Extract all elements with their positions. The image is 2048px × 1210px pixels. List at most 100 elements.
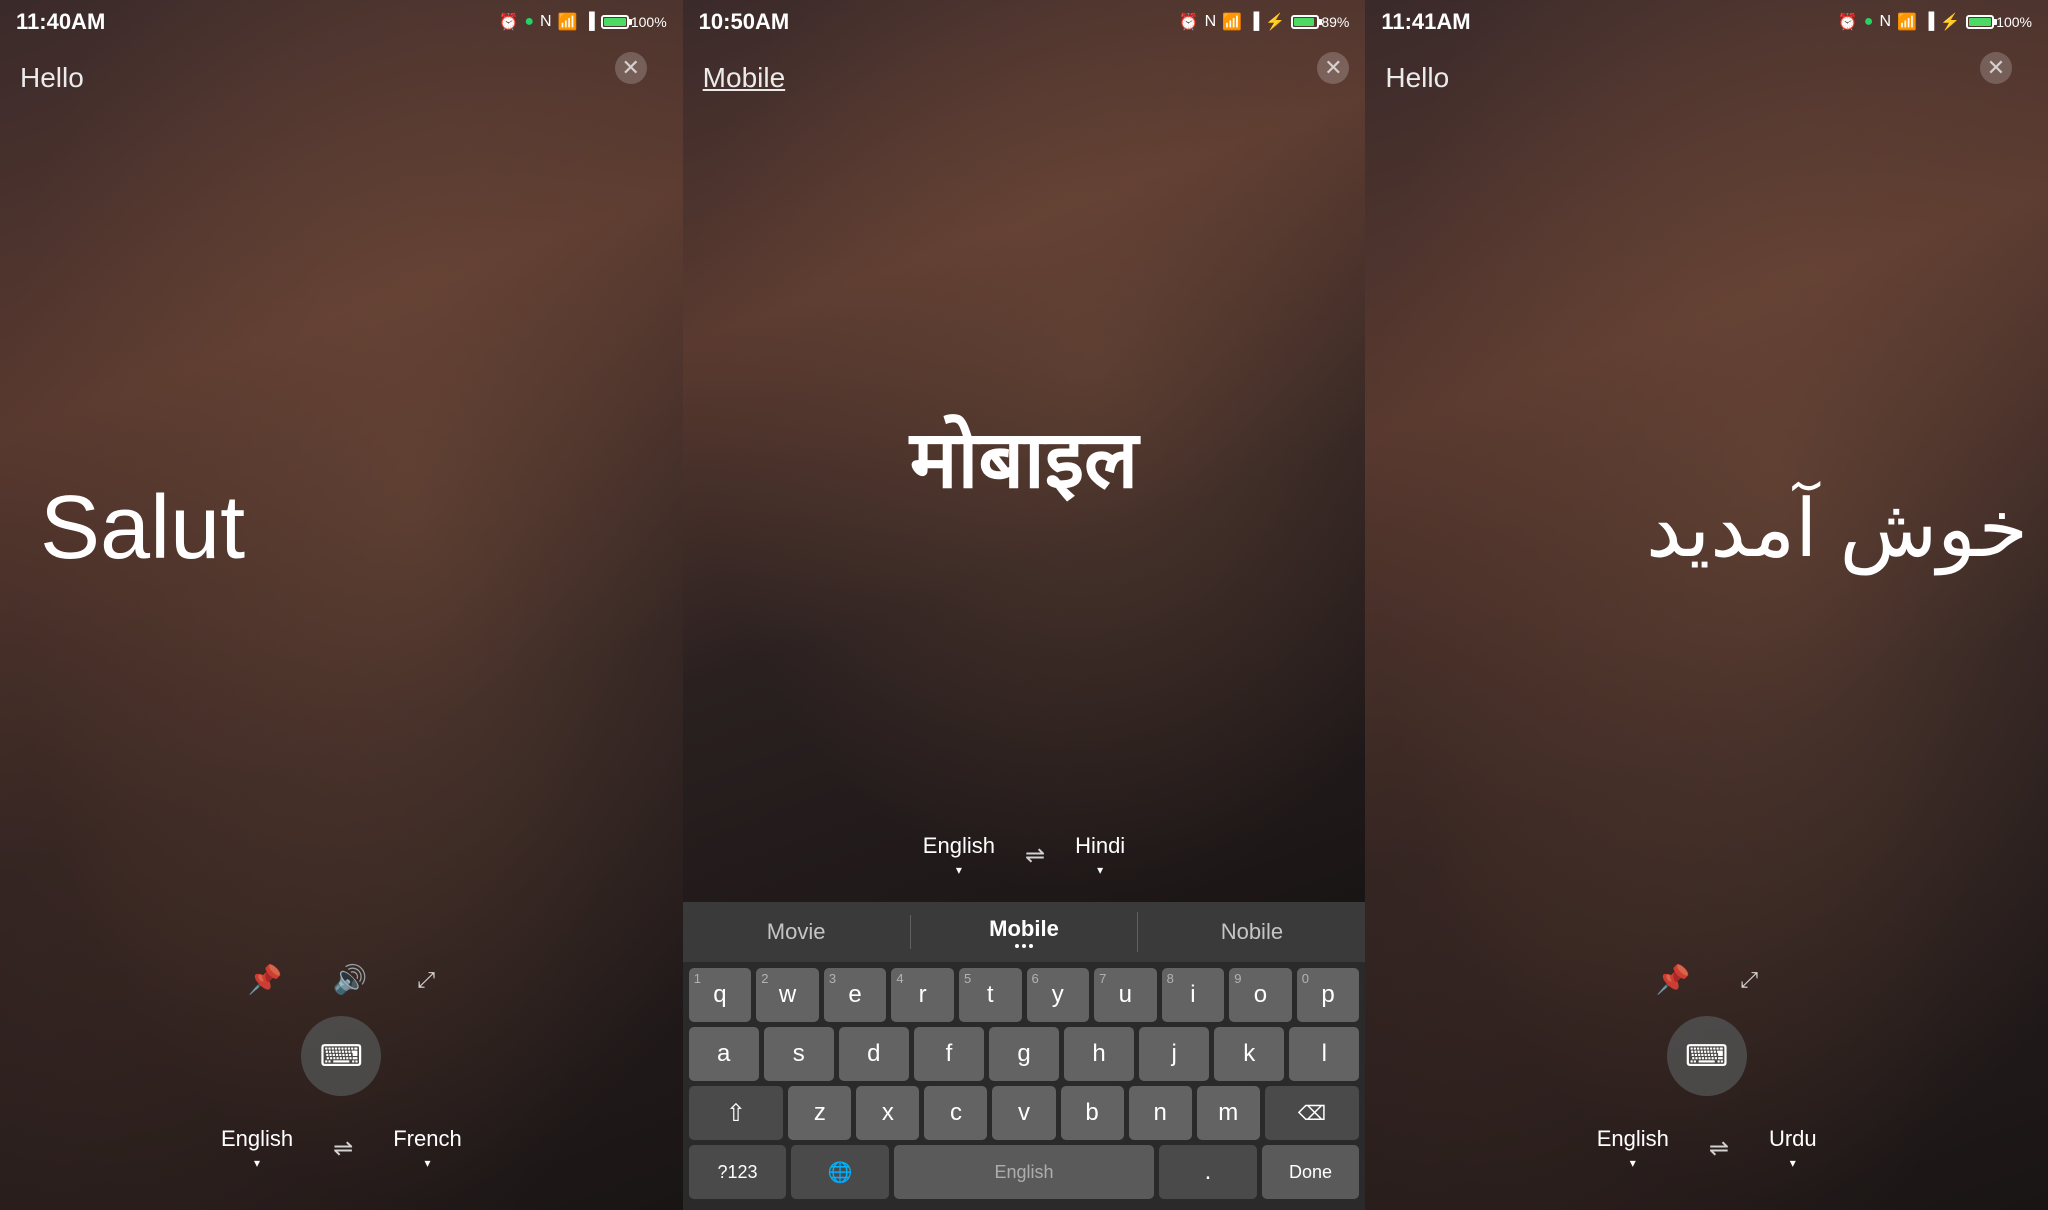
key-o[interactable]: 9o (1229, 968, 1292, 1022)
expand-icon-right[interactable]: ⤢ (1740, 967, 1758, 993)
translation-area-right: خوش آمدید (1385, 94, 2028, 963)
bottom-controls-right: 📌 ⤢ ⌨ English ▾ ⇌ Urdu ▾ (1365, 963, 2048, 1210)
key-f[interactable]: f (914, 1027, 984, 1081)
key-q[interactable]: 1q (689, 968, 752, 1022)
battery-left: 100% (601, 14, 667, 30)
lang-to-arrow-mid: ▾ (1097, 863, 1103, 877)
lang-to-arrow-right: ▾ (1790, 1156, 1796, 1170)
alarm-icon-right: ⏰ (1838, 12, 1858, 32)
content-right: Hello ✕ خوش آمدید (1365, 44, 2048, 963)
key-z[interactable]: z (788, 1086, 851, 1140)
key-x[interactable]: x (856, 1086, 919, 1140)
suggestion-mobile: Mobile (911, 912, 1139, 952)
status-time-left: 11:40AM (16, 9, 105, 35)
sound-icon-left[interactable]: 🔊 (333, 963, 368, 996)
key-y-wrap: 6y (1027, 968, 1090, 1022)
key-i[interactable]: 8i (1162, 968, 1225, 1022)
wifi-icon: 📶 (558, 12, 578, 32)
key-k[interactable]: k (1214, 1027, 1284, 1081)
signal-icon: ▐ (584, 13, 595, 31)
key-h[interactable]: h (1064, 1027, 1134, 1081)
status-icons-left: ⏰ ● N 📶 ▐ 100% (498, 12, 666, 32)
lang-from-mid[interactable]: English ▾ (923, 833, 995, 877)
key-d[interactable]: d (839, 1027, 909, 1081)
swap-icon-right[interactable]: ⇌ (1709, 1134, 1729, 1163)
keyboard-rows: 1q 2w 3e 4r 5t 6y 7u (683, 962, 1366, 1210)
status-bar-mid: 10:50AM ⏰ N 📶 ▐ ⚡ 89% (683, 0, 1366, 44)
key-e-wrap: 3e (824, 968, 887, 1022)
status-icons-mid: ⏰ N 📶 ▐ ⚡ 89% (1179, 12, 1350, 32)
bolt-icon-mid: ⚡ (1265, 12, 1285, 32)
n-icon-right: N (1879, 13, 1891, 31)
key-t[interactable]: 5t (959, 968, 1022, 1022)
key-c[interactable]: c (924, 1086, 987, 1140)
key-n[interactable]: n (1129, 1086, 1192, 1140)
key-row-1: 1q 2w 3e 4r 5t 6y 7u (689, 968, 1360, 1022)
key-row-2: a s d f g h j k l (689, 1027, 1360, 1081)
close-btn-mid[interactable]: ✕ (1317, 52, 1349, 84)
key-l[interactable]: l (1289, 1027, 1359, 1081)
expand-icon-left[interactable]: ⤢ (417, 967, 435, 993)
key-g[interactable]: g (989, 1027, 1059, 1081)
swap-icon-left[interactable]: ⇌ (333, 1134, 353, 1163)
suggestion-nobile[interactable]: Nobile (1138, 915, 1365, 949)
signal-icon-right: ▐ (1923, 13, 1934, 31)
key-p[interactable]: 0p (1297, 968, 1360, 1022)
battery-right: 100% (1966, 14, 2032, 30)
suggestion-movie[interactable]: Movie (683, 915, 911, 949)
pin-icon-left[interactable]: 📌 (248, 963, 283, 996)
shift-key[interactable]: ⇧ (689, 1086, 784, 1140)
backspace-key[interactable]: ⌫ (1265, 1086, 1360, 1140)
key-s[interactable]: s (764, 1027, 834, 1081)
key-e[interactable]: 3e (824, 968, 887, 1022)
language-bar-left: English ▾ ⇌ French ▾ (0, 1116, 683, 1190)
keyboard-area: Movie Mobile Nobile 1q 2w 3e (683, 902, 1366, 1210)
word-label-mid: Mobile (703, 62, 785, 94)
key-r[interactable]: 4r (891, 968, 954, 1022)
translation-section-mid: मोबाइल (683, 94, 1366, 818)
done-key[interactable]: Done (1262, 1145, 1360, 1199)
language-bar-right: English ▾ ⇌ Urdu ▾ (1365, 1116, 2048, 1190)
key-b[interactable]: b (1061, 1086, 1124, 1140)
keyboard-btn-right[interactable]: ⌨ (1667, 1016, 1747, 1096)
lang-to-right[interactable]: Urdu ▾ (1769, 1126, 1817, 1170)
alarm-icon-mid: ⏰ (1179, 12, 1199, 32)
n-icon-mid: N (1205, 13, 1217, 31)
action-icons-right: 📌 ⤢ (1365, 963, 2048, 996)
lang-from-arrow-right: ▾ (1630, 1156, 1636, 1170)
pin-icon-right[interactable]: 📌 (1655, 963, 1690, 996)
lang-from-right[interactable]: English ▾ (1597, 1126, 1669, 1170)
key-y[interactable]: 6y (1027, 968, 1090, 1022)
globe-key[interactable]: 🌐 (791, 1145, 889, 1199)
lang-pair-bar-mid: English ▾ ⇌ Hindi ▾ (683, 818, 1366, 892)
key-i-wrap: 8i (1162, 968, 1225, 1022)
bottom-controls-left: 📌 🔊 ⤢ ⌨ English ▾ ⇌ French ▾ (0, 963, 683, 1210)
lang-to-left[interactable]: French ▾ (393, 1126, 461, 1170)
key-p-wrap: 0p (1297, 968, 1360, 1022)
key-j[interactable]: j (1139, 1027, 1209, 1081)
key-w[interactable]: 2w (756, 968, 819, 1022)
status-time-right: 11:41AM (1381, 9, 1470, 35)
keyboard-content: 10:50AM ⏰ N 📶 ▐ ⚡ 89% Mobile ✕ (683, 0, 1366, 902)
lang-to-arrow-left: ▾ (424, 1156, 430, 1170)
lang-to-mid[interactable]: Hindi ▾ (1075, 833, 1125, 877)
whatsapp-icon-right: ● (1864, 13, 1874, 31)
key-m[interactable]: m (1197, 1086, 1260, 1140)
close-btn-right[interactable]: ✕ (1980, 52, 2012, 84)
word-label-right: Hello (1385, 62, 1449, 94)
key-row-4: ?123 🌐 English . Done (689, 1145, 1360, 1199)
close-btn-left[interactable]: ✕ (615, 52, 647, 84)
keyboard-btn-left[interactable]: ⌨ (301, 1016, 381, 1096)
status-bar-right: 11:41AM ⏰ ● N 📶 ▐ ⚡ 100% (1365, 0, 2048, 44)
key-u[interactable]: 7u (1094, 968, 1157, 1022)
swap-icon-mid[interactable]: ⇌ (1025, 841, 1045, 870)
space-key[interactable]: English (894, 1145, 1154, 1199)
screen-middle: 10:50AM ⏰ N 📶 ▐ ⚡ 89% Mobile ✕ (683, 0, 1366, 1210)
period-key[interactable]: . (1159, 1145, 1257, 1199)
numbers-key[interactable]: ?123 (689, 1145, 787, 1199)
key-u-wrap: 7u (1094, 968, 1157, 1022)
lang-from-left[interactable]: English ▾ (221, 1126, 293, 1170)
signal-icon-mid: ▐ (1248, 13, 1259, 31)
key-a[interactable]: a (689, 1027, 759, 1081)
key-v[interactable]: v (992, 1086, 1055, 1140)
